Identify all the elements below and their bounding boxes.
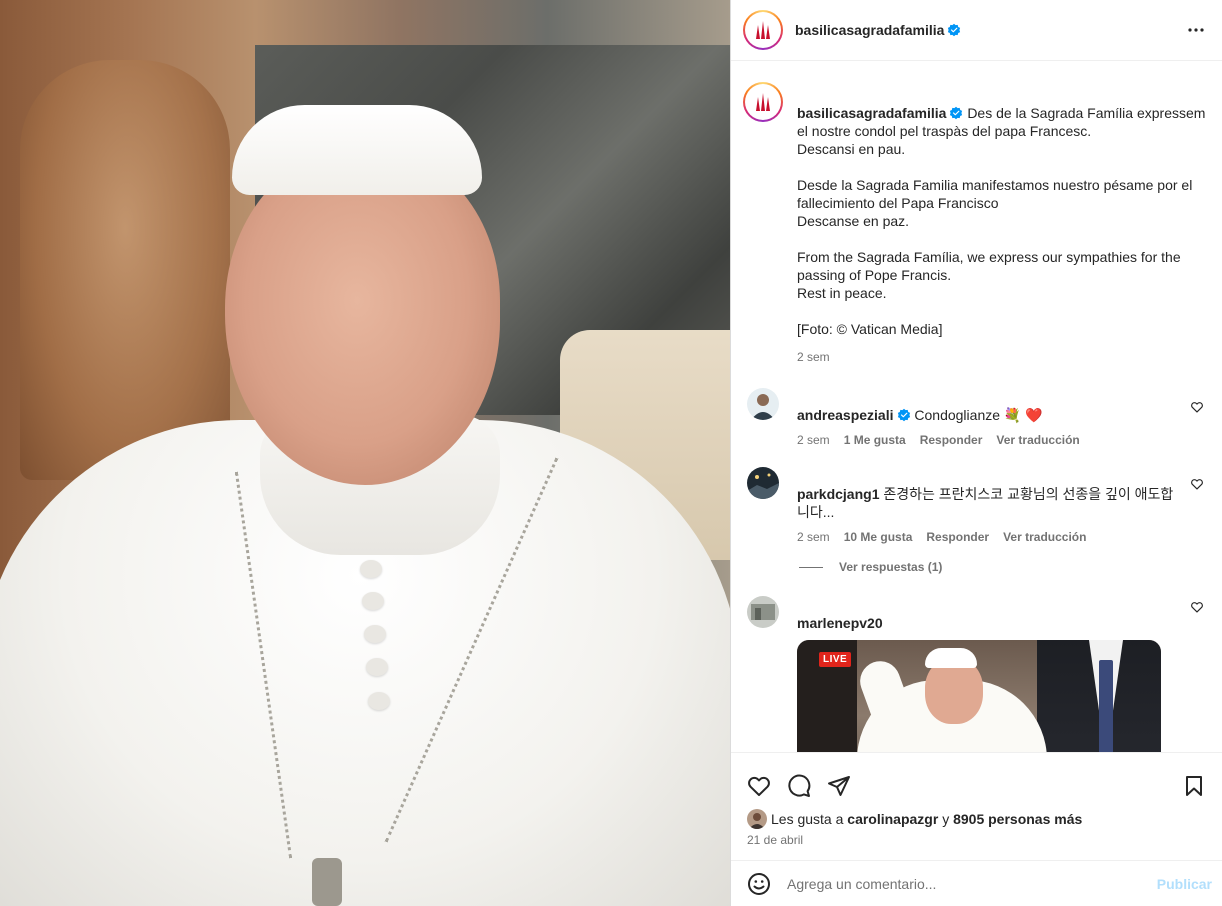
liker-avatar[interactable] bbox=[747, 809, 767, 829]
cassock-button bbox=[364, 625, 386, 643]
comment-item: andreaspeziali Condoglianze 💐 ❤️ 2 sem 1… bbox=[743, 388, 1206, 447]
commenter-username[interactable]: parkdcjang1 bbox=[797, 486, 879, 502]
reply-button[interactable]: Responder bbox=[920, 433, 983, 447]
commenter-username[interactable]: andreaspeziali bbox=[797, 407, 894, 423]
bookmark-icon bbox=[1186, 776, 1202, 796]
translate-button[interactable]: Ver traducción bbox=[996, 433, 1079, 447]
verified-badge-icon bbox=[948, 23, 961, 37]
pectoral-cross bbox=[312, 858, 342, 906]
verified-badge-icon bbox=[897, 408, 910, 422]
author-username[interactable]: basilicasagradafamilia bbox=[795, 22, 944, 38]
comment-composer: Publicar bbox=[731, 860, 1222, 906]
emoji-button[interactable] bbox=[747, 872, 771, 896]
comment-like-heart-icon[interactable] bbox=[1190, 600, 1204, 614]
post-caption: basilicasagradafamilia Des de la Sagrada… bbox=[743, 82, 1206, 364]
share-button[interactable] bbox=[827, 774, 851, 798]
zucchetto bbox=[232, 105, 482, 195]
commenter-username[interactable]: marlenepv20 bbox=[797, 615, 883, 631]
heart-icon bbox=[748, 776, 770, 796]
action-bar bbox=[731, 753, 1222, 805]
comments-list[interactable]: basilicasagradafamilia Des de la Sagrada… bbox=[731, 62, 1222, 752]
commenter-avatar[interactable] bbox=[747, 388, 779, 420]
more-options-button[interactable] bbox=[1184, 18, 1208, 42]
more-horizontal-icon bbox=[1188, 28, 1204, 32]
cassock-button bbox=[368, 692, 390, 710]
caption-username[interactable]: basilicasagradafamilia bbox=[797, 105, 946, 121]
post-footer: Les gusta a carolinapazgr y 8905 persona… bbox=[731, 752, 1222, 847]
caption-author-avatar[interactable] bbox=[743, 82, 783, 122]
post-header: basilicasagradafamilia bbox=[731, 0, 1222, 61]
face bbox=[225, 150, 500, 485]
comment-input[interactable] bbox=[787, 875, 1157, 892]
commenter-avatar[interactable] bbox=[747, 596, 779, 628]
translate-button[interactable]: Ver traducción bbox=[1003, 530, 1086, 544]
post-date[interactable]: 21 de abril bbox=[731, 829, 1222, 847]
likes-join: y bbox=[942, 811, 950, 827]
comment-like-heart-icon[interactable] bbox=[1190, 477, 1204, 491]
reply-button[interactable]: Responder bbox=[926, 530, 989, 544]
caption-text: Des de la Sagrada Família expressem el n… bbox=[797, 105, 1206, 337]
view-replies-label: Ver respuestas (1) bbox=[839, 560, 943, 574]
commenter-avatar[interactable] bbox=[747, 467, 779, 499]
save-button[interactable] bbox=[1182, 774, 1206, 798]
send-icon bbox=[828, 776, 850, 796]
replies-divider bbox=[799, 566, 823, 568]
comment-item: marlenepv20 LIVE bbox=[743, 596, 1206, 752]
comment-likes-count[interactable]: 1 Me gusta bbox=[844, 433, 906, 447]
like-button[interactable] bbox=[747, 774, 771, 798]
verified-badge-icon bbox=[950, 106, 963, 120]
cassock-button bbox=[366, 658, 388, 676]
comment-like-heart-icon[interactable] bbox=[1190, 400, 1204, 414]
background-arch bbox=[20, 60, 230, 480]
cassock-button bbox=[362, 592, 384, 610]
comment-item: parkdcjang1 존경하는 프란치스코 교황님의 선종을 깊이 애도합니다… bbox=[743, 467, 1206, 544]
comment-gif[interactable]: LIVE bbox=[797, 640, 1161, 752]
cassock-button bbox=[360, 560, 382, 578]
live-badge: LIVE bbox=[819, 652, 852, 667]
author-avatar[interactable] bbox=[743, 10, 783, 50]
comment-button[interactable] bbox=[787, 774, 811, 798]
comment-age[interactable]: 2 sem bbox=[797, 530, 830, 544]
sagrada-familia-logo-icon bbox=[748, 87, 778, 117]
comment-text: Condoglianze 💐 ❤️ bbox=[914, 407, 1043, 423]
emoji-icon bbox=[748, 872, 770, 895]
liker-username[interactable]: carolinapazgr bbox=[847, 811, 938, 827]
post-photo[interactable] bbox=[0, 0, 730, 906]
comment-age[interactable]: 2 sem bbox=[797, 433, 830, 447]
view-replies-button[interactable]: Ver respuestas (1) bbox=[799, 560, 1206, 574]
likes-summary: Les gusta a carolinapazgr y 8905 persona… bbox=[731, 805, 1222, 829]
comment-likes-count[interactable]: 10 Me gusta bbox=[844, 530, 913, 544]
post-sidebar: basilicasagradafamilia basilicasagradafa… bbox=[730, 0, 1222, 906]
likes-prefix: Les gusta a bbox=[771, 811, 844, 827]
publish-button[interactable]: Publicar bbox=[1157, 876, 1212, 892]
likes-count[interactable]: 8905 personas más bbox=[953, 811, 1082, 827]
comment-icon bbox=[788, 774, 811, 797]
sagrada-familia-logo-icon bbox=[748, 15, 778, 45]
caption-age[interactable]: 2 sem bbox=[797, 350, 830, 364]
